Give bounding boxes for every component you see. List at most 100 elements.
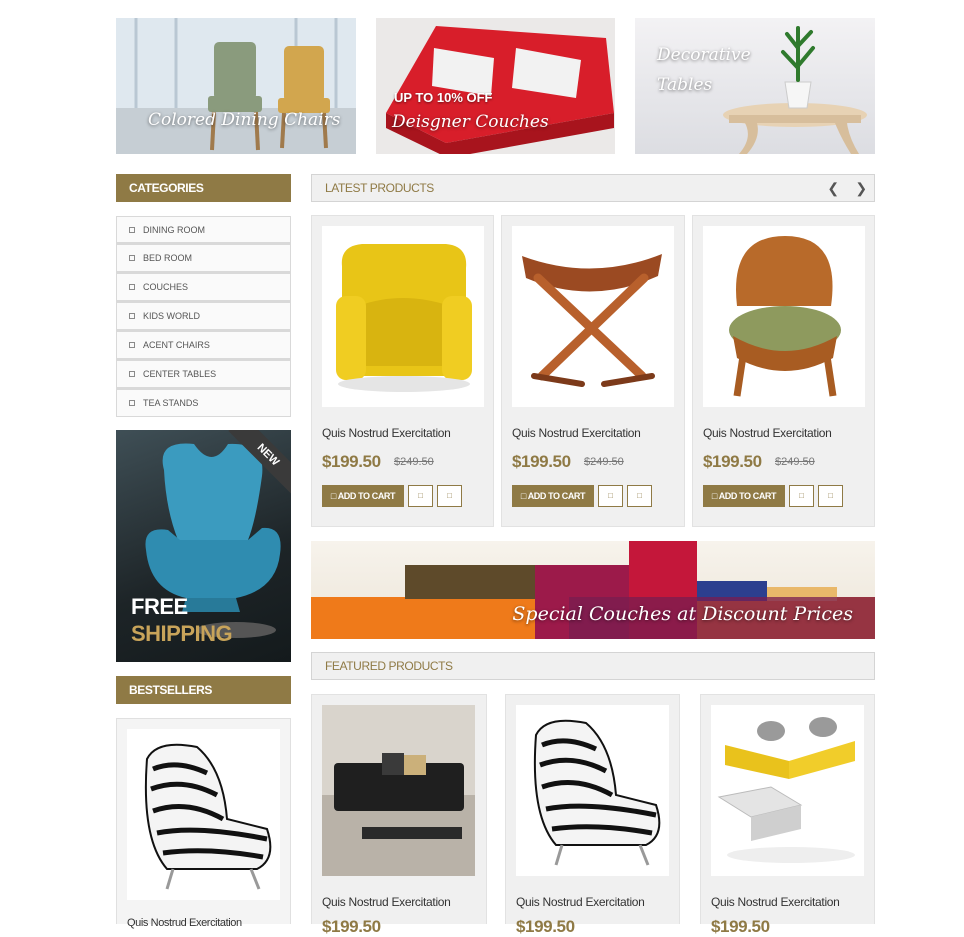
- red-couch-image: [376, 18, 615, 154]
- bestseller-name[interactable]: Quis Nostrud Exercitation: [127, 917, 242, 929]
- product-image[interactable]: [322, 705, 475, 876]
- banner-dining-chairs[interactable]: Colored Dining Chairs: [116, 18, 356, 154]
- product-card: Quis Nostrud Exercitation $199.50 $249.5…: [311, 215, 494, 527]
- product-price: $199.50: [711, 917, 770, 936]
- product-card: Quis Nostrud Exercitation $199.50: [311, 694, 487, 936]
- category-label: ACENT CHAIRS: [143, 340, 210, 350]
- product-old-price: $249.50: [584, 456, 624, 468]
- promo-text: Special Couches at Discount Prices: [512, 603, 853, 625]
- product-name[interactable]: Quis Nostrud Exercitation: [512, 426, 641, 440]
- category-list: DINING ROOM BED ROOM COUCHES KIDS WORLD …: [116, 216, 291, 417]
- add-to-cart-button[interactable]: □ ADD TO CART: [512, 485, 594, 507]
- featured-products-title: FEATURED PRODUCTS: [325, 659, 453, 673]
- product-price: $199.50: [322, 917, 381, 936]
- featured-products-header: FEATURED PRODUCTS: [311, 652, 875, 680]
- category-label: CENTER TABLES: [143, 369, 217, 379]
- product-image[interactable]: [512, 226, 674, 407]
- banner-decorative-tables[interactable]: Decorative Tables: [635, 18, 875, 154]
- shipping-line-1: FREE: [131, 594, 188, 619]
- cart-icon: □: [711, 491, 717, 501]
- banner-title: Deisgner Couches: [392, 112, 549, 132]
- dining-chairs-image: [116, 18, 356, 154]
- wishlist-button[interactable]: □: [598, 485, 623, 507]
- compare-icon: □: [447, 491, 452, 500]
- product-image[interactable]: [322, 226, 484, 407]
- compare-button[interactable]: □: [627, 485, 652, 507]
- product-image[interactable]: [516, 705, 669, 876]
- product-card: Quis Nostrud Exercitation $199.50: [505, 694, 680, 936]
- bestseller-image[interactable]: [127, 729, 280, 900]
- folding-stool-image: [522, 254, 662, 387]
- categories-heading: CATEGORIES: [116, 174, 291, 202]
- chevron-right-icon[interactable]: ❯: [852, 179, 870, 197]
- carved-chair-image: [729, 236, 841, 397]
- product-card: Quis Nostrud Exercitation $199.50 $249.5…: [501, 215, 685, 527]
- heart-icon: □: [608, 491, 613, 500]
- product-name[interactable]: Quis Nostrud Exercitation: [711, 895, 840, 909]
- compare-button[interactable]: □: [437, 485, 462, 507]
- product-price: $199.50: [703, 452, 762, 471]
- category-item-acent-chairs[interactable]: ACENT CHAIRS: [116, 330, 291, 359]
- heart-icon: □: [418, 491, 423, 500]
- bullet-icon: [129, 226, 135, 233]
- banner-title: Decorative Tables: [657, 45, 751, 95]
- banner-title: Colored Dining Chairs: [148, 110, 341, 130]
- add-to-cart-label: ADD TO CART: [527, 491, 586, 501]
- shipping-line-2: SHIPPING: [131, 621, 233, 646]
- category-item-couches[interactable]: COUCHES: [116, 272, 291, 301]
- add-to-cart-button[interactable]: □ ADD TO CART: [703, 485, 785, 507]
- cart-icon: □: [330, 491, 336, 501]
- chevron-left-icon[interactable]: ❮: [824, 179, 842, 197]
- latest-products-title: LATEST PRODUCTS: [325, 181, 434, 195]
- add-to-cart-label: ADD TO CART: [718, 491, 777, 501]
- zebra-chair-image: [533, 719, 661, 866]
- category-item-center-tables[interactable]: CENTER TABLES: [116, 359, 291, 388]
- bullet-icon: [129, 342, 135, 348]
- heart-icon: □: [799, 491, 804, 500]
- zebra-chair-image: [144, 743, 272, 890]
- bullet-icon: [129, 313, 135, 319]
- yellow-armchair-image: [336, 244, 472, 392]
- product-price: $199.50: [516, 917, 575, 936]
- banner-designer-couches[interactable]: UP TO 10% OFF Deisgner Couches: [376, 18, 615, 154]
- category-label: DINING ROOM: [143, 224, 205, 235]
- special-couches-banner[interactable]: Special Couches at Discount Prices: [311, 541, 875, 639]
- product-price: $199.50: [512, 452, 571, 471]
- bullet-icon: [129, 284, 135, 290]
- category-label: TEA STANDS: [143, 398, 199, 408]
- free-shipping-banner[interactable]: NEW FREE SHIPPING: [116, 430, 291, 662]
- latest-products-header: LATEST PRODUCTS ❮ ❯: [311, 174, 875, 202]
- product-name[interactable]: Quis Nostrud Exercitation: [322, 426, 451, 440]
- category-label: BED ROOM: [143, 253, 193, 263]
- product-name[interactable]: Quis Nostrud Exercitation: [703, 426, 832, 440]
- compare-icon: □: [828, 491, 833, 500]
- product-name[interactable]: Quis Nostrud Exercitation: [516, 895, 645, 909]
- bullet-icon: [129, 400, 135, 406]
- add-to-cart-label: ADD TO CART: [337, 491, 396, 501]
- cart-icon: □: [520, 491, 526, 501]
- product-old-price: $249.50: [775, 456, 815, 468]
- product-card: Quis Nostrud Exercitation $199.50 $249.5…: [692, 215, 875, 527]
- product-card: Quis Nostrud Exercitation $199.50: [700, 694, 875, 936]
- bestsellers-heading: BESTSELLERS: [116, 676, 291, 704]
- add-to-cart-button[interactable]: □ ADD TO CART: [322, 485, 404, 507]
- compare-icon: □: [637, 491, 642, 500]
- category-item-kids-world[interactable]: KIDS WORLD: [116, 301, 291, 330]
- product-old-price: $249.50: [394, 456, 434, 468]
- yellow-sofa-image: [717, 717, 855, 863]
- category-item-bed-room[interactable]: BED ROOM: [116, 243, 291, 272]
- category-label: COUCHES: [143, 282, 189, 292]
- compare-button[interactable]: □: [818, 485, 843, 507]
- bestseller-card[interactable]: Quis Nostrud Exercitation: [116, 718, 291, 929]
- category-item-dining-room[interactable]: DINING ROOM: [116, 216, 291, 243]
- product-name[interactable]: Quis Nostrud Exercitation: [322, 895, 451, 909]
- bullet-icon: [129, 371, 135, 377]
- wishlist-button[interactable]: □: [408, 485, 433, 507]
- product-price: $199.50: [322, 452, 381, 471]
- product-image[interactable]: [711, 705, 864, 876]
- banner-promo-text: UP TO 10% OFF: [394, 90, 493, 105]
- category-item-tea-stands[interactable]: TEA STANDS: [116, 388, 291, 417]
- wishlist-button[interactable]: □: [789, 485, 814, 507]
- product-image[interactable]: [703, 226, 865, 407]
- category-label: KIDS WORLD: [143, 311, 201, 321]
